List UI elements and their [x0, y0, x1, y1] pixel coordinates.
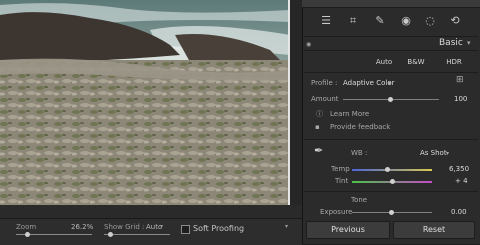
wb-label: WB :: [351, 149, 368, 157]
tint-value[interactable]: + 4: [455, 177, 468, 186]
crop-icon[interactable]: ⌗: [346, 14, 360, 28]
divider: [304, 50, 478, 51]
divider: [304, 191, 478, 192]
temp-value[interactable]: 6,350: [449, 165, 469, 174]
hdr-button[interactable]: HDR: [442, 57, 466, 68]
amount-label: Amount: [311, 95, 339, 103]
landscape-photo: [0, 0, 290, 205]
soft-proofing-checkbox[interactable]: [181, 225, 190, 234]
heal-icon[interactable]: ✎: [373, 14, 387, 28]
collapse-triangle-icon[interactable]: ▾: [467, 39, 471, 48]
zoom-slider-knob[interactable]: [25, 232, 30, 237]
soft-proofing-label: Soft Proofing: [193, 224, 245, 233]
masking-icon[interactable]: ◌: [423, 14, 437, 28]
edit-sliders-icon[interactable]: ☰: [319, 14, 333, 28]
profile-label: Profile :: [311, 79, 338, 87]
zoom-label: Zoom: [16, 223, 37, 231]
temp-slider[interactable]: [352, 169, 432, 171]
bottom-toolbar: Zoom 26.2% Show Grid : Auto ▾ Soft Proof…: [0, 218, 302, 245]
redeye-icon[interactable]: ◉: [399, 14, 413, 28]
temp-slider-knob[interactable]: [385, 167, 390, 172]
feedback-icon: ▪: [315, 123, 320, 131]
reset-button[interactable]: Reset: [393, 221, 475, 239]
eyedropper-icon[interactable]: ✒: [314, 145, 323, 156]
chevron-down-icon[interactable]: ▾: [388, 79, 391, 88]
previous-button[interactable]: Previous: [306, 221, 390, 239]
tone-label: Tone: [351, 196, 368, 204]
zoom-value: 26.2%: [71, 223, 94, 231]
exposure-value[interactable]: 0.00: [451, 208, 467, 217]
temp-label: Temp: [331, 165, 350, 173]
provide-feedback-link[interactable]: Provide feedback: [330, 123, 390, 132]
photo-preview[interactable]: [0, 0, 290, 205]
chevron-down-icon[interactable]: ▾: [446, 149, 449, 158]
exposure-slider-knob[interactable]: [389, 210, 394, 215]
learn-more-link[interactable]: Learn More: [330, 110, 369, 119]
amount-slider-knob[interactable]: [388, 97, 393, 102]
presets-icon[interactable]: ⟲: [448, 14, 462, 28]
panel-top-strip: [302, 0, 480, 8]
auto-button[interactable]: Auto: [372, 57, 396, 68]
canvas-background: [0, 205, 302, 218]
exposure-label: Exposure: [320, 208, 353, 216]
divider: [304, 36, 478, 37]
divider: [304, 72, 478, 73]
visibility-eye-icon[interactable]: ◉: [306, 40, 311, 49]
tint-label: Tint: [335, 177, 349, 185]
info-icon: ⓘ: [316, 110, 323, 118]
profile-browser-icon[interactable]: ⊞: [456, 76, 464, 85]
toolbar-menu-icon[interactable]: ▾: [285, 223, 288, 230]
scroll-gutter: [290, 0, 302, 218]
chevron-down-icon[interactable]: ▾: [160, 223, 163, 230]
wb-value[interactable]: As Shot: [420, 149, 447, 158]
tint-slider-knob[interactable]: [390, 179, 395, 184]
show-grid-label: Show Grid :: [104, 223, 145, 231]
grid-slider-knob[interactable]: [108, 232, 113, 237]
amount-value[interactable]: 100: [454, 95, 467, 104]
grid-slider[interactable]: [104, 234, 170, 235]
profile-value[interactable]: Adaptive Color: [343, 79, 394, 88]
bw-button[interactable]: B&W: [405, 57, 427, 68]
divider: [304, 139, 478, 140]
basic-panel-title[interactable]: Basic: [439, 39, 463, 48]
